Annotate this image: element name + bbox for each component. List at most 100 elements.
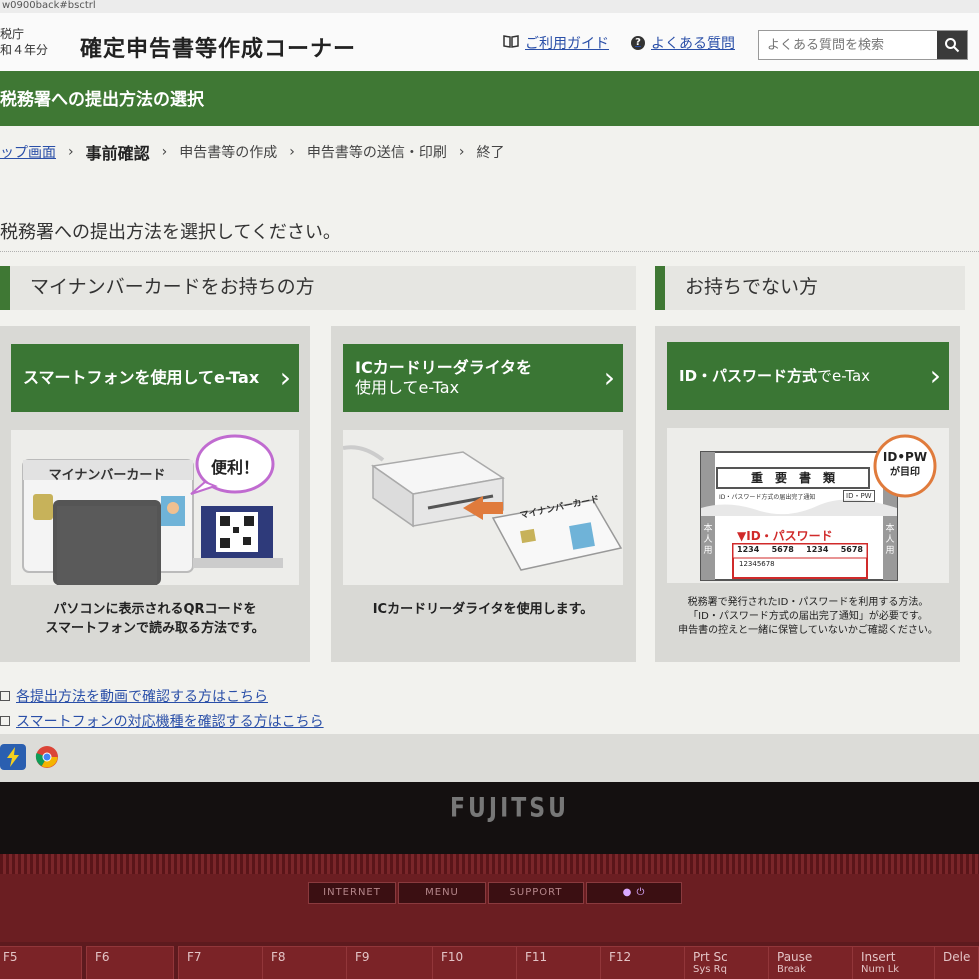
stamp-line2: が目印 bbox=[890, 467, 920, 478]
chrome-icon bbox=[35, 746, 58, 768]
ic-reader-label-line2: 使用してe-Tax bbox=[355, 378, 460, 397]
doc-number: 5678 bbox=[771, 545, 794, 554]
key-label: Insert bbox=[861, 950, 896, 964]
agency-name: 税庁 bbox=[0, 27, 25, 41]
site-header: 税庁 和４年分 確定申告書等作成コーナー ご利用ガイド ? よくある質問 bbox=[0, 13, 979, 71]
option-panel-smartphone: スマートフォンを使用してe-Tax › マイナンバーカード 便利！ パソコンに表… bbox=[0, 326, 310, 662]
laptop-brand: FUJITSU bbox=[450, 793, 569, 824]
idpw-desc-line1: 税務署で発行されたID・パスワードを利用する方法。 bbox=[687, 597, 929, 608]
video-guide-link[interactable]: 各提出方法を動画で確認する方はこちら bbox=[0, 686, 268, 706]
key-label: F7 bbox=[187, 950, 202, 964]
smartphone-description: パソコンに表示されるQRコードを スマートフォンで読み取る方法です。 bbox=[11, 600, 299, 638]
key-label: Dele bbox=[943, 950, 971, 964]
idpw-desc-line2: 「ID・パスワード方式の届出完了通知」が必要です。 bbox=[688, 611, 928, 622]
speaker-grille bbox=[0, 854, 979, 874]
faq-search-input[interactable] bbox=[759, 31, 937, 59]
chevron-right-icon: › bbox=[161, 144, 168, 160]
key-f11[interactable]: F11 bbox=[516, 946, 604, 979]
divider bbox=[0, 251, 979, 252]
key-f8[interactable]: F8 bbox=[262, 946, 350, 979]
power-icon: ● ⏻ bbox=[622, 887, 646, 898]
tax-year: 和４年分 bbox=[0, 43, 49, 57]
key-pause[interactable]: Pause Break bbox=[768, 946, 856, 979]
power-button[interactable]: ● ⏻ bbox=[586, 882, 682, 904]
agency-logo[interactable]: 税庁 和４年分 bbox=[0, 26, 48, 58]
key-f12[interactable]: F12 bbox=[600, 946, 688, 979]
ic-reader-label-line1: ICカードリーダライタを bbox=[355, 358, 533, 377]
search-icon bbox=[945, 38, 960, 53]
taskbar-app-chrome[interactable] bbox=[34, 744, 60, 770]
idpw-description: 税務署で発行されたID・パスワードを利用する方法。 「ID・パスワード方式の届出… bbox=[663, 596, 953, 638]
doc-title: 重 要 書 類 bbox=[750, 471, 835, 485]
key-label: F6 bbox=[95, 950, 110, 964]
doc-number: 5678 bbox=[840, 545, 863, 554]
supported-models-link[interactable]: スマートフォンの対応機種を確認する方はこちら bbox=[0, 711, 324, 731]
window-icon bbox=[0, 716, 10, 726]
site-title: 確定申告書等作成コーナー bbox=[80, 37, 357, 62]
key-f10[interactable]: F10 bbox=[432, 946, 520, 979]
screen: w0900back#bsctrl 税庁 和４年分 確定申告書等作成コーナー ご利… bbox=[0, 0, 979, 782]
key-f9[interactable]: F9 bbox=[346, 946, 434, 979]
convenient-bubble: 便利！ bbox=[210, 458, 259, 477]
idpw-label-bold: ID・パスワード方式 bbox=[679, 367, 818, 385]
doc-side-label-left: 本人用 bbox=[703, 524, 713, 556]
smartphone-etax-label: スマートフォンを使用してe-Tax bbox=[23, 368, 260, 387]
idpw-label-rest: でe-Tax bbox=[817, 367, 871, 385]
key-label: F5 bbox=[3, 950, 18, 964]
key-insert[interactable]: Insert Num Lk bbox=[852, 946, 940, 979]
breadcrumb-top[interactable]: ップ画面 bbox=[0, 142, 56, 162]
smartphone-etax-button[interactable]: スマートフォンを使用してe-Tax › bbox=[11, 344, 299, 412]
book-icon bbox=[503, 34, 519, 52]
idpw-stamp: ID•PW が目印 bbox=[875, 450, 935, 480]
ic-reader-illustration: マイナンバーカード bbox=[342, 430, 623, 585]
key-label: Prt Sc bbox=[693, 950, 728, 964]
key-prtsc[interactable]: Prt Sc Sys Rq bbox=[684, 946, 772, 979]
key-sublabel: Break bbox=[777, 964, 806, 975]
breadcrumb-current: 事前確認 bbox=[85, 144, 150, 163]
key-label: F12 bbox=[609, 950, 632, 964]
smartphone-illustration: マイナンバーカード 便利！ bbox=[11, 430, 299, 585]
breadcrumb: ップ画面 › 事前確認 › 申告書等の作成 › 申告書等の送信・印刷 › 終了 bbox=[0, 141, 504, 163]
internet-hotkey[interactable]: INTERNET bbox=[308, 882, 396, 904]
key-f7[interactable]: F7 bbox=[178, 946, 266, 979]
key-label: F11 bbox=[525, 950, 548, 964]
menu-hotkey[interactable]: MENU bbox=[398, 882, 486, 904]
guide-link[interactable]: ご利用ガイド bbox=[503, 33, 609, 53]
faq-link[interactable]: ? よくある質問 bbox=[631, 33, 735, 53]
chevron-right-icon: › bbox=[929, 359, 941, 392]
url-bar[interactable]: w0900back#bsctrl bbox=[0, 0, 979, 13]
doc-subtitle: ID・パスワード方式の届出完了通知 bbox=[719, 494, 816, 501]
ic-reader-description: ICカードリーダライタを使用します。 bbox=[372, 602, 594, 617]
guide-link-label: ご利用ガイド bbox=[525, 36, 609, 52]
function-key-row: F5 F6 F7 F8 F9 F10 F11 F12 Prt Sc Sys Rq … bbox=[0, 942, 979, 979]
section-heading-without-card: お持ちでない方 bbox=[655, 266, 965, 310]
stamp-line1: ID•PW bbox=[882, 450, 928, 464]
smartphone-desc-line2: スマートフォンで読み取る方法です。 bbox=[45, 621, 265, 636]
chevron-right-icon: › bbox=[68, 144, 74, 160]
doc-tag: ID・PW bbox=[843, 490, 875, 502]
idpw-etax-button[interactable]: ID・パスワード方式でe-Tax › bbox=[667, 342, 949, 410]
search-button[interactable] bbox=[937, 31, 967, 59]
chevron-right-icon: › bbox=[603, 361, 615, 394]
question-icon: ? bbox=[631, 36, 645, 50]
video-guide-label: 各提出方法を動画で確認する方はこちら bbox=[16, 689, 268, 705]
breadcrumb-create: 申告書等の作成 bbox=[179, 145, 278, 161]
mynumber-card-label: マイナンバーカード bbox=[48, 468, 166, 483]
breadcrumb-finish: 終了 bbox=[476, 145, 505, 161]
key-sublabel: Num Lk bbox=[861, 964, 900, 975]
doc-idpw-label: ▼ID・パスワード bbox=[737, 529, 833, 543]
key-label: F9 bbox=[355, 950, 370, 964]
key-f6[interactable]: F6 bbox=[86, 946, 174, 979]
faq-search bbox=[758, 30, 968, 60]
key-label: F8 bbox=[271, 950, 286, 964]
ic-reader-etax-button[interactable]: ICカードリーダライタを 使用してe-Tax › bbox=[343, 344, 623, 412]
url-text: w0900back#bsctrl bbox=[2, 0, 96, 11]
faq-link-label: よくある質問 bbox=[651, 36, 735, 52]
support-hotkey[interactable]: SUPPORT bbox=[488, 882, 584, 904]
supported-models-label: スマートフォンの対応機種を確認する方はこちら bbox=[16, 714, 324, 730]
taskbar-app-lightning[interactable] bbox=[0, 744, 26, 770]
key-label: F10 bbox=[441, 950, 464, 964]
key-f5[interactable]: F5 bbox=[0, 946, 82, 979]
key-delete[interactable]: Dele bbox=[934, 946, 979, 979]
laptop-keyboard-deck: INTERNET MENU SUPPORT ● ⏻ F5 F6 F7 F8 F9… bbox=[0, 854, 979, 979]
